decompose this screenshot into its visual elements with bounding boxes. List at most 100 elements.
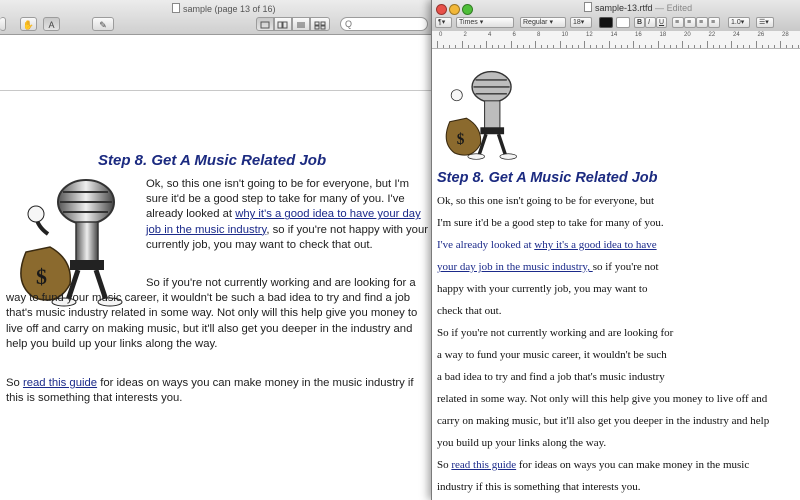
align-left-icon: ≡ [675, 19, 680, 26]
ruler-number: 6 [512, 32, 516, 38]
ruler-minor-tick [473, 45, 475, 48]
font-size-popup[interactable]: 18▾ [570, 17, 592, 28]
ruler-minor-tick [577, 45, 579, 48]
ruler-number: 28 [782, 32, 789, 38]
annotate-icon: ✎ [99, 20, 107, 30]
underline-button[interactable]: U [656, 17, 667, 28]
search-icon: Q [345, 19, 353, 29]
ruler-minor-tick [467, 45, 469, 48]
ruler-tick [706, 41, 708, 48]
ruler-number: 18 [659, 32, 667, 38]
ruler-minor-tick [651, 45, 653, 48]
ruler-minor-tick [547, 45, 549, 48]
ruler-minor-tick [504, 45, 506, 48]
document-icon [584, 2, 592, 12]
ruler-minor-tick [565, 45, 567, 48]
link-read-this-guide[interactable]: read this guide [23, 377, 97, 389]
ruler-minor-tick [743, 45, 745, 48]
line-spacing-popup[interactable]: 1.0▾ [728, 17, 750, 28]
ruler-minor-tick [620, 45, 622, 48]
list-view-icon [297, 22, 305, 28]
text-select-button[interactable]: A [43, 17, 60, 31]
minimize-button[interactable] [449, 4, 460, 15]
textedit-window: sample-13.rtfd — Edited ¶▾ Times ▾ Regul… [431, 0, 800, 500]
ruler-minor-tick [498, 45, 500, 48]
view-list-button[interactable] [292, 17, 310, 31]
ruler-tick [461, 41, 463, 48]
ruler-minor-tick [541, 45, 543, 48]
hand-tool-icon: ✋ [22, 20, 35, 30]
microphone-illustration: $ [437, 66, 528, 160]
ruler-minor-tick [571, 45, 573, 48]
ruler-minor-tick [700, 45, 702, 48]
paragraph-1: Ok, so this one isn't going to be for ev… [146, 178, 428, 251]
link-read-this-guide[interactable]: read this guide [451, 459, 516, 471]
ruler-number: 16 [635, 32, 642, 38]
ruler-minor-tick [553, 45, 555, 48]
align-center-icon: ≡ [687, 19, 692, 26]
ruler-minor-tick [675, 45, 677, 48]
annotate-button[interactable]: ✎ [92, 17, 114, 31]
align-left-button[interactable]: ≡ [672, 17, 684, 28]
ruler-tick [608, 41, 610, 48]
ruler-minor-tick [455, 45, 457, 48]
ruler-minor-tick [522, 45, 524, 48]
ruler-tick [755, 41, 757, 48]
text-select-icon: A [48, 20, 55, 30]
ruler-minor-tick [767, 45, 769, 48]
toolbar-left-edge-button[interactable] [0, 17, 6, 31]
paragraph-3: So read this guide for ideas on ways you… [6, 377, 414, 405]
ruler[interactable]: 0 2 4 6 8 10 12 14 16 18 20 22 24 26 28 [432, 31, 800, 49]
ruler-minor-tick [492, 45, 494, 48]
view-two-page-button[interactable] [274, 17, 292, 31]
ruler-minor-tick [602, 45, 604, 48]
preview-window-title: sample (page 13 of 16) [172, 3, 276, 14]
text-color-well[interactable] [599, 17, 613, 28]
ruler-number: 4 [488, 32, 492, 38]
ruler-minor-tick [626, 45, 628, 48]
ruler-minor-tick [724, 45, 726, 48]
ruler-tick [437, 41, 438, 48]
highlight-color-well[interactable] [616, 17, 630, 28]
ruler-number: 12 [586, 32, 593, 38]
ruler-minor-tick [749, 45, 751, 48]
ruler-minor-tick [596, 45, 598, 48]
link-day-job-music-industry-cont[interactable]: your day job in the music industry, [437, 261, 593, 273]
font-family-popup[interactable]: Times ▾ [456, 17, 514, 28]
ruler-minor-tick [786, 45, 788, 48]
justify-icon: ≡ [711, 19, 716, 26]
hand-tool-button[interactable]: ✋ [20, 17, 37, 31]
font-style-popup[interactable]: Regular ▾ [520, 17, 566, 28]
close-button[interactable] [436, 4, 447, 15]
ruler-tick [510, 41, 512, 48]
search-input[interactable]: Q [340, 17, 428, 31]
justify-button[interactable]: ≡ [708, 17, 720, 28]
link-day-job-music-industry[interactable]: why it's a good idea to have [534, 239, 656, 251]
ruler-minor-tick [443, 45, 445, 48]
ruler-number: 14 [610, 32, 618, 38]
ruler-number: 10 [561, 32, 569, 38]
text-line: carry on making music, but it'll also ge… [437, 415, 770, 427]
ruler-minor-tick [663, 45, 665, 48]
view-single-page-button[interactable] [256, 17, 274, 31]
ruler-minor-tick [792, 45, 794, 48]
text-line: So if you're not currently working and a… [437, 327, 674, 339]
paragraph-styles-popup[interactable]: ¶▾ [435, 17, 452, 28]
ruler-number: 2 [463, 32, 467, 38]
align-right-button[interactable]: ≡ [696, 17, 708, 28]
ruler-minor-tick [528, 45, 530, 48]
page-separator [0, 90, 432, 91]
ruler-minor-tick [798, 45, 800, 48]
zoom-button[interactable] [462, 4, 473, 15]
svg-text:$: $ [457, 131, 465, 148]
list-bullets-popup[interactable]: ☰▾ [756, 17, 774, 28]
bold-button[interactable]: B [634, 17, 645, 28]
text-line: check that out. [437, 305, 502, 317]
ruler-number: 24 [733, 32, 740, 38]
ruler-tick [731, 41, 732, 48]
sidebar-view-icon [260, 21, 270, 29]
italic-button[interactable]: I [645, 17, 656, 28]
ruler-minor-tick [669, 45, 671, 48]
view-grid-button[interactable] [310, 17, 330, 31]
align-center-button[interactable]: ≡ [684, 17, 696, 28]
